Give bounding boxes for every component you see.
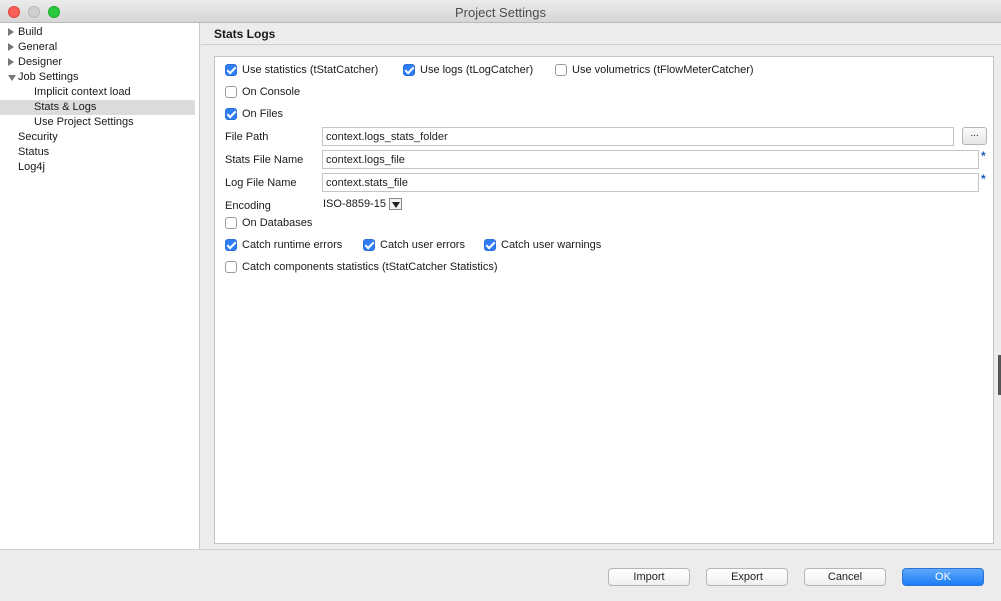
on-files-checkbox[interactable]: On Files [225,108,283,120]
tree-item-label: Job Settings [18,71,79,83]
tree-item-label: Status [18,146,50,158]
checkbox-label: Catch runtime errors [242,239,343,251]
file-path-input[interactable]: context.logs_stats_folder [322,127,954,146]
tree-item-label: Implicit context load [34,86,131,98]
tree-item-label: Security [18,131,58,143]
checkbox-box[interactable] [225,86,237,98]
encoding-value: ISO-8859-15 [323,197,386,210]
checkbox-label: On Files [242,108,283,120]
tree-item-designer[interactable]: Designer [0,55,199,70]
checkbox-box[interactable] [225,239,237,251]
dropdown-arrow-icon[interactable] [388,197,402,210]
export-button[interactable]: Export [706,568,788,586]
checkbox-label: Catch user warnings [501,239,602,251]
checkbox-box[interactable] [484,239,496,251]
checkbox-box[interactable] [225,217,237,229]
on-databases-checkbox[interactable]: On Databases [225,217,312,229]
panel-title: Stats Logs [214,27,276,41]
checkbox-box[interactable] [225,108,237,120]
tree-item-label: Designer [18,56,63,68]
tree-item-security[interactable]: Security [0,130,199,145]
encoding-select[interactable]: ISO-8859-15 [323,196,402,211]
catch-user-errors-checkbox[interactable]: Catch user errors [363,239,465,251]
tree-item-implicit-context-load[interactable]: Implicit context load [0,85,195,100]
expand-arrow-icon[interactable] [8,58,14,66]
collapse-arrow-icon[interactable] [8,75,16,81]
import-button[interactable]: Import [608,568,690,586]
checkbox-label: Catch components statistics (tStatCatche… [242,261,498,273]
settings-panel: Stats Logs Use statistics (tStatCatcher)… [201,23,1001,549]
checkbox-box[interactable] [225,64,237,76]
log-file-name-input[interactable]: context.stats_file [322,173,979,192]
window-title: Project Settings [454,5,547,20]
expand-arrow-icon[interactable] [8,28,14,36]
on-console-checkbox[interactable]: On Console [225,86,300,98]
checkbox-label: On Console [242,86,301,98]
tree-item-general[interactable]: General [0,40,199,55]
catch-components-statistics-checkbox[interactable]: Catch components statistics (tStatCatche… [225,261,498,273]
catch-user-warnings-checkbox[interactable]: Catch user warnings [484,239,601,251]
tree-item-label: Use Project Settings [34,116,134,128]
checkbox-label: Catch user errors [380,239,465,251]
encoding-label: Encoding [225,200,271,212]
use-statistics-checkbox[interactable]: Use statistics (tStatCatcher) [225,64,378,76]
checkbox-label: Use statistics (tStatCatcher) [242,64,379,76]
tree-item-job-settings[interactable]: Job Settings [0,70,199,85]
checkbox-label: On Databases [242,217,313,229]
expand-arrow-icon[interactable] [8,43,14,51]
tree-item-stats-logs[interactable]: Stats & Logs [0,100,195,115]
use-volumetrics-checkbox[interactable]: Use volumetrics (tFlowMeterCatcher) [555,64,754,76]
use-logs-checkbox[interactable]: Use logs (tLogCatcher) [403,64,533,76]
log-file-name-label: Log File Name [225,177,297,189]
title-bar: Project Settings [0,0,1001,23]
checkbox-box[interactable] [225,261,237,273]
stats-file-name-label: Stats File Name [225,154,304,166]
browse-button[interactable]: ... [962,127,987,145]
checkbox-box[interactable] [403,64,415,76]
required-marker: * [981,172,986,186]
checkbox-label: Use logs (tLogCatcher) [420,64,534,76]
tree-item-status[interactable]: Status [0,145,199,160]
required-marker: * [981,149,986,163]
settings-tree: Build General Designer Job Settings Impl… [0,23,200,549]
tree-item-label: General [18,41,58,53]
tree-item-use-project-settings[interactable]: Use Project Settings [0,115,195,130]
tree-item-label: Log4j [18,161,45,173]
checkbox-box[interactable] [363,239,375,251]
tree-item-label: Stats & Logs [34,101,97,113]
tree-item-label: Build [18,26,43,38]
dialog-footer: Import Export Cancel OK [0,549,1001,601]
file-path-label: File Path [225,131,269,143]
ok-button[interactable]: OK [902,568,984,586]
checkbox-box[interactable] [555,64,567,76]
tree-item-log4j[interactable]: Log4j [0,160,199,175]
panel-header: Stats Logs [201,23,1001,45]
cancel-button[interactable]: Cancel [804,568,886,586]
stats-file-name-input[interactable]: context.logs_file [322,150,979,169]
stats-logs-form: Use statistics (tStatCatcher) Use logs (… [214,56,994,544]
checkbox-label: Use volumetrics (tFlowMeterCatcher) [572,64,754,76]
tree-item-build[interactable]: Build [0,25,199,40]
catch-runtime-errors-checkbox[interactable]: Catch runtime errors [225,239,342,251]
